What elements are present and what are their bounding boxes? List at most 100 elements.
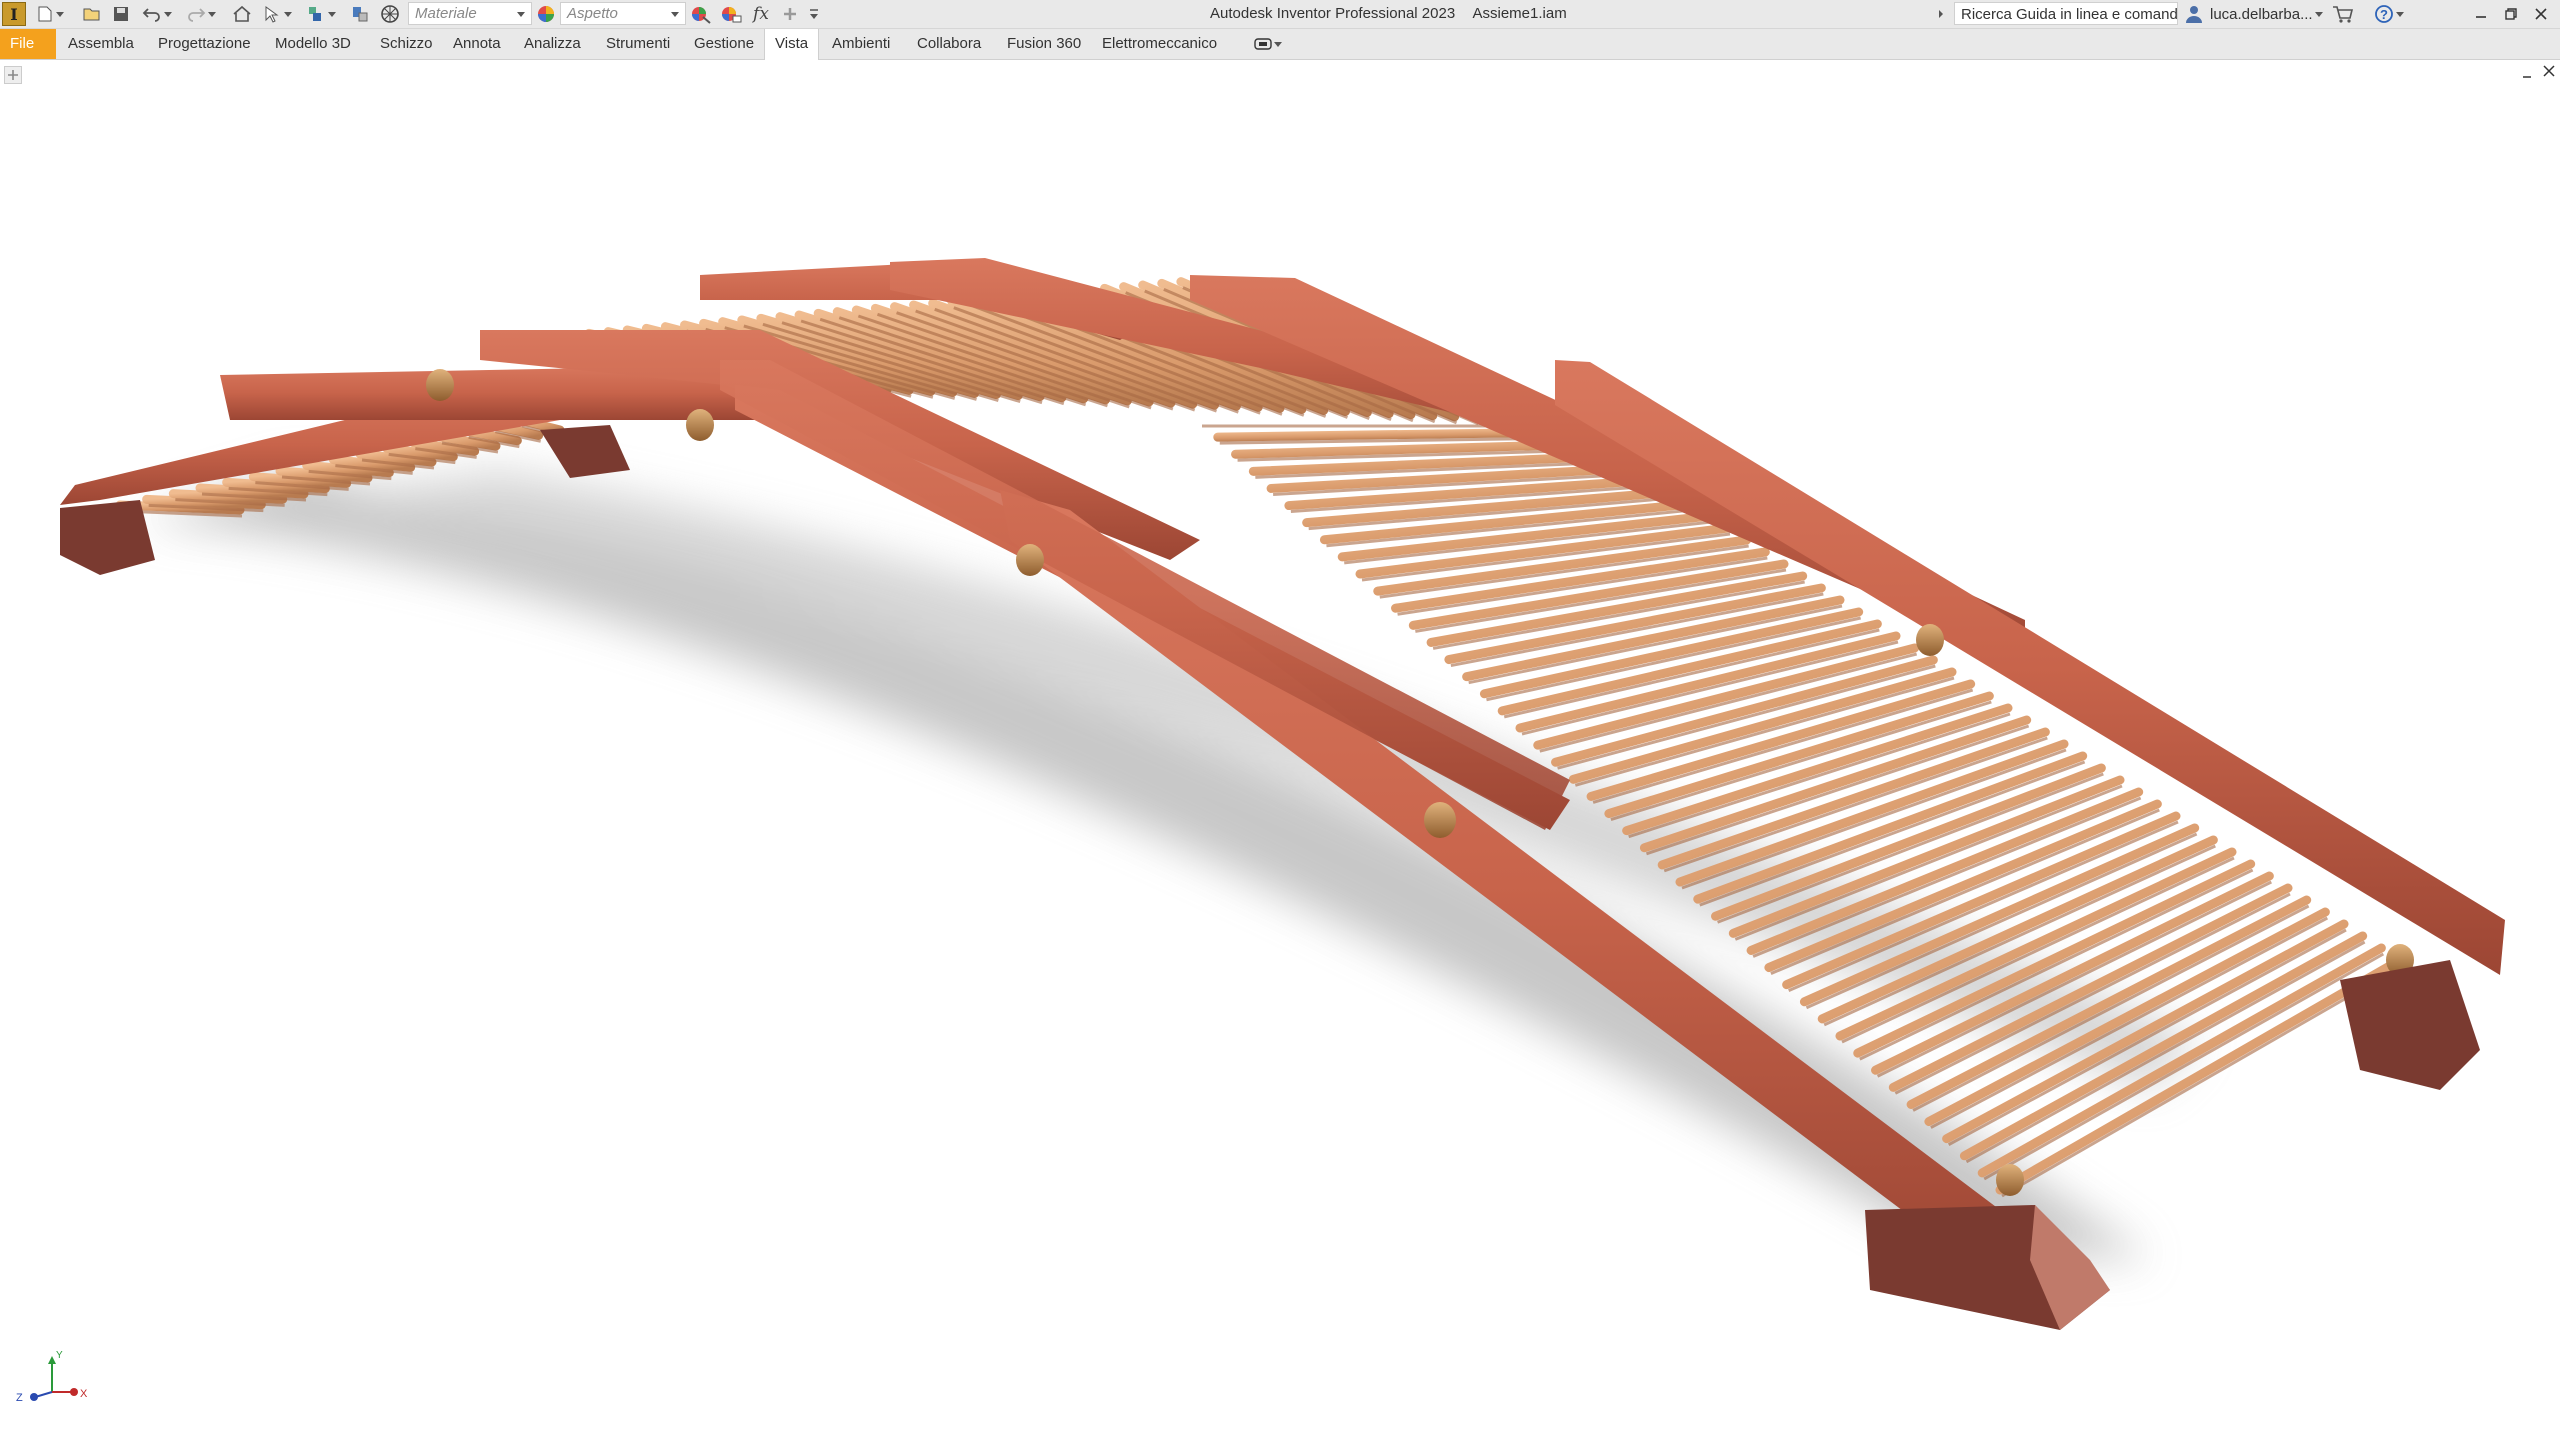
tab-label: Progettazione — [158, 35, 251, 52]
window-title: Autodesk Inventor Professional 2023 Assi… — [1210, 5, 1581, 22]
new-file-button[interactable] — [36, 4, 64, 24]
customize-toolbar-button[interactable] — [808, 4, 820, 24]
select-button[interactable] — [262, 4, 292, 24]
bridge-model[interactable] — [0, 60, 2560, 1440]
undo-button[interactable] — [142, 4, 172, 24]
ribbon-display-icon — [1254, 38, 1272, 50]
tab-annota[interactable]: Annota — [443, 29, 511, 59]
open-file-icon — [83, 8, 100, 21]
chevron-down-icon — [517, 12, 525, 17]
view-triad[interactable]: Y X Z — [14, 1350, 94, 1410]
user-icon — [2186, 6, 2202, 23]
tab-label: Assembla — [68, 35, 134, 52]
adjust-button[interactable] — [690, 4, 712, 24]
material-select[interactable]: Materiale — [408, 2, 532, 25]
tab-label: Gestione — [694, 35, 755, 52]
tab-label: Annota — [453, 35, 501, 52]
window-close-button[interactable] — [2534, 4, 2548, 24]
app-logo-icon[interactable]: I — [2, 2, 26, 26]
minimize-icon — [2476, 16, 2486, 18]
home-button[interactable] — [232, 4, 252, 24]
chevron-down-icon — [2396, 11, 2404, 17]
tab-modello-3d[interactable]: Modello 3D — [265, 29, 361, 59]
tab-progettazione[interactable]: Progettazione — [148, 29, 261, 59]
window-minimize-button[interactable] — [2474, 4, 2488, 24]
open-file-button[interactable] — [82, 4, 102, 24]
help-button[interactable]: ? — [2374, 4, 2404, 24]
appearance-sphere-button[interactable] — [536, 4, 556, 24]
tab-strumenti[interactable]: Strumenti — [596, 29, 680, 59]
appearance-select-value: Aspetto — [567, 5, 618, 22]
update-icon — [353, 7, 368, 22]
tab-label: Elettromeccanico — [1102, 35, 1218, 52]
parameters-icon: fx — [753, 4, 769, 24]
tab-vista[interactable]: Vista — [764, 29, 820, 60]
bridge-peg — [1916, 624, 1944, 656]
bridge-foot — [60, 500, 155, 575]
save-icon — [114, 7, 128, 21]
clear-override-button[interactable] — [720, 4, 742, 24]
app-logo-letter: I — [10, 4, 18, 24]
home-icon — [233, 5, 251, 22]
axis-triad-icon — [30, 1356, 78, 1401]
axis-label-z: Z — [16, 1392, 23, 1404]
chevron-down-icon — [284, 11, 292, 17]
tab-fusion-360[interactable]: Fusion 360 — [997, 29, 1091, 59]
update-button[interactable] — [350, 4, 370, 24]
tab-label: Schizzo — [380, 35, 433, 52]
bridge-peg — [1424, 802, 1456, 838]
tab-label: Collabora — [917, 35, 982, 52]
tab-label: Analizza — [524, 35, 581, 52]
select-icon — [265, 6, 279, 23]
save-button[interactable] — [112, 4, 130, 24]
document-name: Assieme1.iam — [1472, 5, 1567, 22]
user-button[interactable]: luca.delbarba... — [2184, 4, 2323, 24]
undo-icon — [142, 8, 160, 22]
tab-schizzo[interactable]: Schizzo — [370, 29, 443, 59]
adjust-icon — [692, 7, 711, 24]
tab-label: Ambienti — [832, 35, 891, 52]
add-icon — [784, 8, 796, 20]
help-search-input[interactable]: Ricerca Guida in linea e comand — [1954, 2, 2178, 25]
clear-override-icon — [722, 7, 742, 23]
svg-text:?: ? — [2380, 7, 2388, 22]
appearance-button[interactable] — [380, 4, 400, 24]
title-bar: I Materiale Aspetto fx Autodesk Inventor… — [0, 0, 2560, 29]
tab-label: Strumenti — [606, 35, 671, 52]
add-button[interactable] — [782, 4, 798, 24]
tab-file[interactable]: File — [0, 29, 56, 59]
bridge-peg — [426, 369, 454, 401]
help-search-icon — [1939, 10, 1943, 18]
help-icon: ? — [2375, 5, 2393, 23]
graphics-viewport[interactable]: Y X Z — [0, 60, 2560, 1440]
tab-gestione[interactable]: Gestione — [684, 29, 764, 59]
help-search-placeholder: Ricerca Guida in linea e comand — [1961, 6, 2178, 23]
chevron-down-icon — [328, 11, 336, 17]
redo-button[interactable] — [186, 4, 216, 24]
window-restore-button[interactable] — [2504, 4, 2518, 24]
ribbon-tab-bar: File Assembla Progettazione Modello 3D S… — [0, 29, 2560, 60]
tab-elettromeccanico[interactable]: Elettromeccanico — [1092, 29, 1227, 59]
tab-label: Modello 3D — [275, 35, 351, 52]
tab-assembla[interactable]: Assembla — [58, 29, 144, 59]
tab-collabora[interactable]: Collabora — [907, 29, 991, 59]
tab-ambienti[interactable]: Ambienti — [822, 29, 900, 59]
material-select-value: Materiale — [415, 5, 477, 22]
bridge-peg — [686, 409, 714, 441]
help-search-expand[interactable] — [1936, 4, 1946, 24]
new-file-icon — [38, 6, 52, 22]
bridge-foot — [540, 425, 630, 478]
axis-label-y: Y — [56, 1350, 63, 1361]
bridge-peg — [1996, 1164, 2024, 1196]
tab-analizza[interactable]: Analizza — [514, 29, 591, 59]
ribbon-display-button[interactable] — [1254, 34, 1282, 54]
tab-label: Vista — [775, 35, 809, 52]
user-name: luca.delbarba... — [2210, 5, 2313, 23]
appearance-select[interactable]: Aspetto — [560, 2, 686, 25]
cart-button[interactable] — [2332, 4, 2354, 24]
parameters-button[interactable]: fx — [750, 4, 772, 24]
project-button[interactable] — [306, 4, 336, 24]
close-icon — [2535, 8, 2547, 20]
chevron-down-icon — [2314, 11, 2323, 17]
app-name: Autodesk Inventor Professional 2023 — [1210, 5, 1456, 22]
